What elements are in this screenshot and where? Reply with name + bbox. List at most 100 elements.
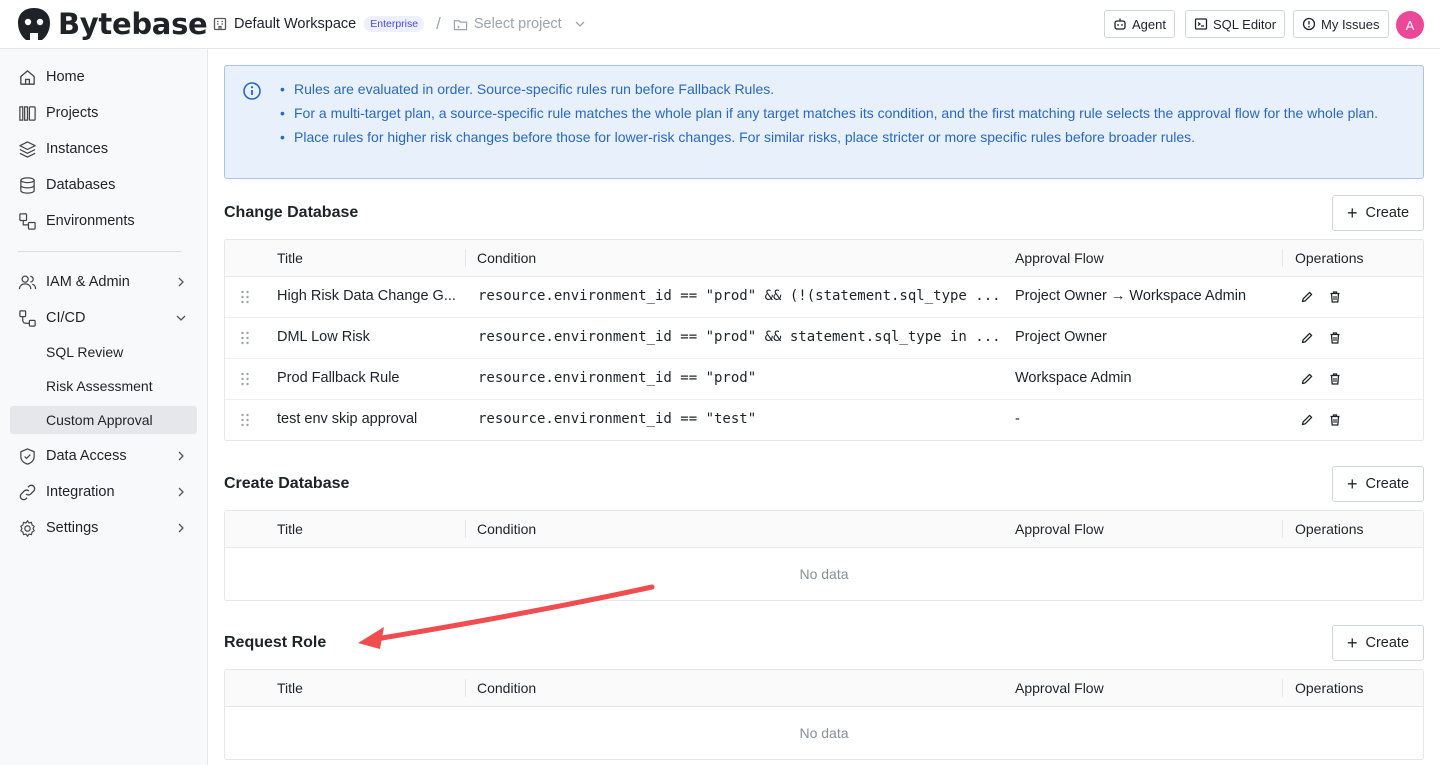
sidebar-sub-risk-assessment[interactable]: Risk Assessment (10, 372, 197, 400)
gear-icon (20, 519, 35, 537)
column-title: Title (277, 680, 303, 696)
create-change-database-rule-button[interactable]: + Create (1332, 195, 1424, 231)
rule-condition: resource.environment_id == "test" (478, 411, 757, 427)
rule-condition: resource.environment_id == "prod" && sta… (478, 329, 998, 345)
my-issues-button[interactable]: My Issues (1293, 10, 1389, 38)
link-icon (19, 484, 36, 500)
users-icon (18, 275, 37, 289)
column-divider (465, 249, 466, 267)
drag-handle-icon[interactable] (240, 331, 250, 345)
database-icon (20, 176, 35, 194)
drag-handle-icon[interactable] (240, 413, 250, 427)
edit-icon[interactable] (1300, 372, 1314, 386)
change-database-table: Title Condition Approval Flow Operations… (224, 239, 1424, 441)
sidebar-item-cicd[interactable]: CI/CD (10, 303, 197, 333)
sidebar: Home Projects Instances Databases Enviro… (0, 49, 208, 765)
info-banner: Rules are evaluated in order. Source-spe… (224, 65, 1424, 179)
create-label: Create (1365, 476, 1410, 492)
project-selector[interactable]: Select project (453, 16, 586, 32)
sidebar-item-label: Databases (46, 177, 116, 193)
info-list: Rules are evaluated in order. Source-spe… (280, 79, 1405, 151)
info-line: Place rules for higher risk changes befo… (280, 127, 1405, 147)
sidebar-item-projects[interactable]: Projects (10, 98, 197, 128)
sql-editor-button[interactable]: SQL Editor (1185, 10, 1286, 38)
bytebase-logo-icon (18, 8, 50, 40)
column-approval-flow: Approval Flow (1015, 250, 1104, 266)
sql-editor-label: SQL Editor (1213, 16, 1277, 32)
table-header: Title Condition Approval Flow Operations (225, 511, 1423, 548)
sidebar-item-label: Settings (46, 520, 99, 536)
plus-icon: + (1346, 474, 1358, 494)
create-request-role-rule-button[interactable]: + Create (1332, 625, 1424, 661)
rule-title: test env skip approval (277, 411, 418, 427)
sidebar-item-label: Environments (46, 213, 135, 229)
sidebar-item-instances[interactable]: Instances (10, 134, 197, 164)
table-row[interactable]: test env skip approval resource.environm… (225, 400, 1423, 440)
workspace-switcher[interactable]: Default Workspace Enterprise / Select pr… (212, 14, 586, 34)
sidebar-item-label: Instances (46, 141, 109, 157)
column-condition: Condition (477, 521, 537, 537)
my-issues-label: My Issues (1321, 16, 1380, 32)
chevron-right-icon (178, 277, 184, 287)
column-operations: Operations (1295, 521, 1364, 537)
edit-icon[interactable] (1300, 413, 1314, 427)
sidebar-sub-custom-approval[interactable]: Custom Approval (10, 406, 197, 434)
sidebar-item-label: CI/CD (46, 310, 86, 326)
sidebar-item-label: Integration (46, 484, 115, 500)
sidebar-sub-sql-review[interactable]: SQL Review (10, 338, 197, 366)
trash-icon[interactable] (1328, 290, 1342, 304)
section-title-request-role: Request Role (224, 634, 327, 651)
rule-approval-flow: Workspace Admin (1015, 370, 1132, 386)
workspace-name: Default Workspace (234, 16, 357, 32)
breadcrumb-separator: / (436, 14, 441, 33)
chevron-right-icon (178, 487, 184, 497)
drag-handle-icon[interactable] (240, 372, 250, 386)
sidebar-item-environments[interactable]: Environments (10, 206, 197, 236)
agent-label: Agent (1132, 16, 1166, 32)
chevron-down-icon (176, 315, 186, 321)
sidebar-item-label: Projects (46, 105, 99, 121)
rule-approval-flow: Project Owner → Workspace Admin (1015, 288, 1247, 304)
column-divider (465, 679, 466, 697)
empty-state: No data (799, 725, 849, 741)
rule-condition: resource.environment_id == "prod" && (!(… (478, 288, 998, 304)
sidebar-item-integration[interactable]: Integration (10, 477, 197, 507)
chevron-down-icon (575, 21, 585, 27)
create-create-database-rule-button[interactable]: + Create (1332, 466, 1424, 502)
plus-icon: + (1346, 633, 1358, 653)
column-operations: Operations (1295, 680, 1364, 696)
agent-button[interactable]: Agent (1104, 10, 1175, 38)
chevron-right-icon (178, 451, 184, 461)
column-condition: Condition (477, 250, 537, 266)
edit-icon[interactable] (1300, 290, 1314, 304)
rule-title: High Risk Data Change G... (277, 288, 456, 304)
user-avatar[interactable]: A (1396, 11, 1424, 39)
column-divider (1282, 679, 1283, 697)
bytebase-logo[interactable]: Bytebase (16, 6, 208, 42)
trash-icon[interactable] (1328, 331, 1342, 345)
chevron-right-icon (178, 523, 184, 533)
rule-approval-flow: - (1015, 411, 1020, 427)
table-row[interactable]: High Risk Data Change G... resource.envi… (225, 277, 1423, 318)
project-placeholder: Select project (473, 16, 562, 32)
create-label: Create (1365, 635, 1410, 651)
table-row[interactable]: DML Low Risk resource.environment_id == … (225, 318, 1423, 359)
trash-icon[interactable] (1328, 413, 1342, 427)
sidebar-item-settings[interactable]: Settings (10, 513, 197, 543)
sidebar-item-iam-admin[interactable]: IAM & Admin (10, 267, 197, 297)
section-title-change-database: Change Database (224, 204, 359, 221)
rule-condition: resource.environment_id == "prod" (478, 370, 757, 386)
info-line: Rules are evaluated in order. Source-spe… (280, 79, 1405, 99)
drag-handle-icon[interactable] (240, 290, 250, 304)
sidebar-item-data-access[interactable]: Data Access (10, 441, 197, 471)
sidebar-item-home[interactable]: Home (10, 62, 197, 92)
trash-icon[interactable] (1328, 372, 1342, 386)
folder-icon (453, 19, 468, 30)
terminal-icon (1194, 18, 1208, 30)
annotation-arrow (358, 584, 655, 649)
workflow-icon (19, 309, 36, 327)
column-divider (465, 520, 466, 538)
edit-icon[interactable] (1300, 331, 1314, 345)
sidebar-item-databases[interactable]: Databases (10, 170, 197, 200)
table-row[interactable]: Prod Fallback Rule resource.environment_… (225, 359, 1423, 400)
